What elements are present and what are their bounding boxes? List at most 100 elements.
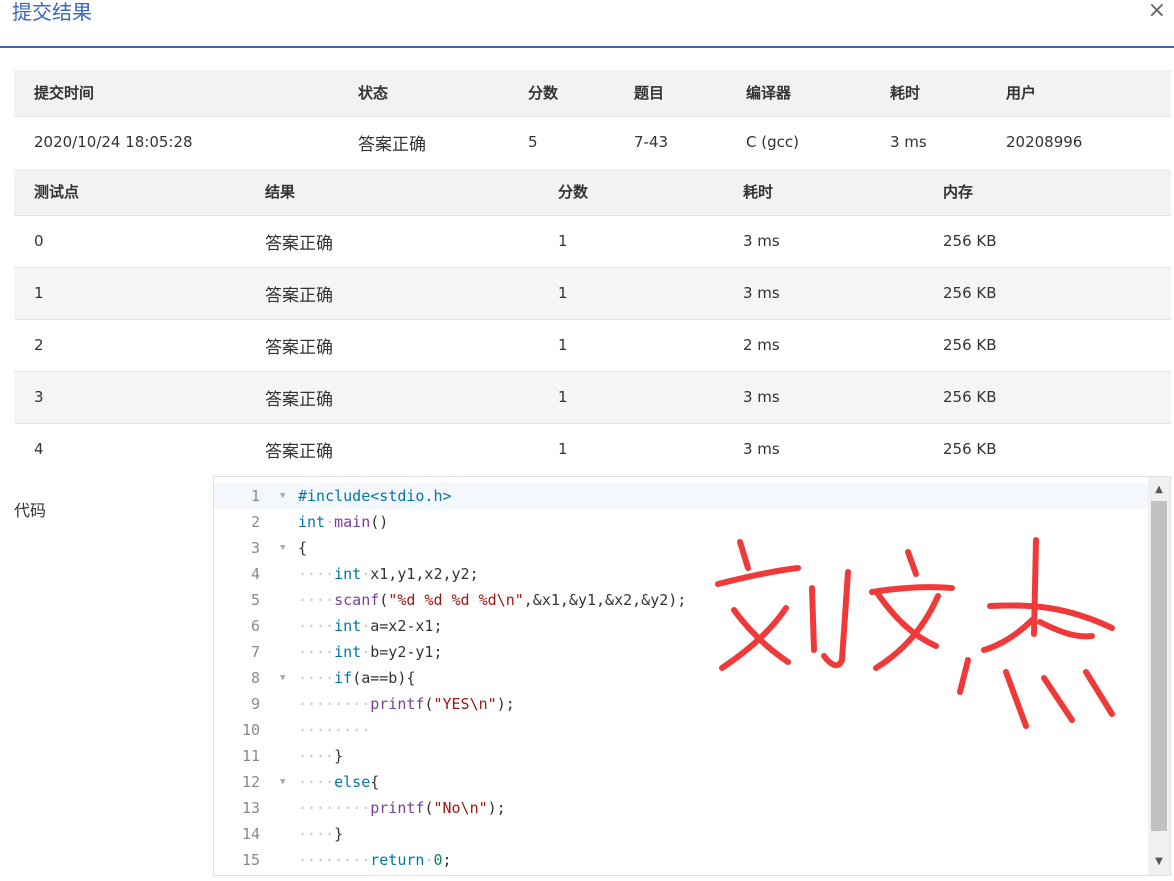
code-line[interactable]: 3 ▼ { (214, 535, 1150, 561)
code-text: ····} (298, 747, 344, 765)
scroll-up-icon[interactable]: ▲ (1148, 481, 1170, 499)
status-badge: 答案正确 (338, 115, 508, 168)
testcase-id: 1 (14, 266, 245, 319)
scrollbar-thumb[interactable] (1151, 501, 1167, 831)
code-line[interactable]: 1 ▼ #include<stdio.h> (214, 483, 1150, 509)
dialog-header: 提交结果 × (0, 0, 1174, 48)
testcase-result: 答案正确 (245, 318, 538, 371)
submit-time: 2020/10/24 18:05:28 (14, 115, 338, 168)
code-text: ····scanf("%d %d %d %d\n",&x1,&y1,&x2,&y… (298, 591, 687, 609)
testcase-header-memory: 内存 (923, 169, 1171, 215)
code-text: ····} (298, 825, 344, 843)
total-score: 5 (508, 115, 614, 168)
testcase-id: 4 (14, 422, 245, 475)
user-id: 20208996 (986, 115, 1171, 168)
code-line[interactable]: 8 ▼ ····if(a==b){ (214, 665, 1150, 691)
summary-table: 提交时间 状态 分数 题目 编译器 耗时 用户 2020/10/24 18:05… (14, 70, 1171, 168)
table-row: 2 答案正确 1 2 ms 256 KB (14, 318, 1171, 371)
summary-row: 2020/10/24 18:05:28 答案正确 5 7-43 C (gcc) … (14, 115, 1171, 168)
code-line[interactable]: 5 ····scanf("%d %d %d %d\n",&x1,&y1,&x2,&… (214, 587, 1150, 613)
line-number: 6 (250, 617, 260, 635)
line-number: 11 (241, 747, 260, 765)
summary-header-score: 分数 (508, 70, 614, 116)
testcase-header-score: 分数 (538, 169, 723, 215)
testcase-header-result: 结果 (245, 169, 538, 215)
code-line[interactable]: 14 ····} (214, 821, 1150, 847)
testcase-table: 测试点 结果 分数 耗时 内存 0 答案正确 1 3 ms 256 KB 1 答… (14, 169, 1171, 475)
compiler: C (gcc) (726, 115, 870, 168)
summary-header-row: 提交时间 状态 分数 题目 编译器 耗时 用户 (14, 70, 1171, 116)
line-number: 5 (250, 591, 260, 609)
line-number: 7 (250, 643, 260, 661)
code-text: ····else{ (298, 773, 380, 791)
line-number: 4 (250, 565, 260, 583)
testcase-memory: 256 KB (923, 214, 1171, 267)
code-line[interactable]: 13 ········printf("No\n"); (214, 795, 1150, 821)
code-text: ····if(a==b){ (298, 669, 416, 687)
code-text: ········printf("YES\n"); (298, 695, 515, 713)
testcase-header-row: 测试点 结果 分数 耗时 内存 (14, 169, 1171, 215)
testcase-id: 0 (14, 214, 245, 267)
problem-link[interactable]: 7-43 (614, 115, 726, 168)
testcase-result: 答案正确 (245, 422, 538, 475)
code-line[interactable]: 10 ········ (214, 717, 1150, 743)
line-number: 8 (250, 669, 260, 687)
summary-header-duration: 耗时 (870, 70, 986, 116)
testcase-header-id: 测试点 (14, 169, 245, 215)
testcase-score: 1 (538, 318, 723, 371)
code-line[interactable]: 7 ····int·b=y2-y1; (214, 639, 1150, 665)
dialog-title: 提交结果 (12, 0, 92, 24)
code-line[interactable]: 11 ····} (214, 743, 1150, 769)
fold-arrow-icon[interactable]: ▼ (280, 483, 285, 509)
fold-arrow-icon[interactable]: ▼ (280, 535, 285, 561)
testcase-time: 2 ms (723, 318, 923, 371)
line-number: 15 (241, 851, 260, 869)
table-row: 3 答案正确 1 3 ms 256 KB (14, 370, 1171, 423)
summary-header-user: 用户 (986, 70, 1171, 116)
code-line[interactable]: 9 ········printf("YES\n"); (214, 691, 1150, 717)
scroll-down-icon[interactable]: ▼ (1148, 853, 1170, 871)
code-text: ····int·a=x2-x1; (298, 617, 443, 635)
code-text: ····int·x1,y1,x2,y2; (298, 565, 479, 583)
testcase-header-time: 耗时 (723, 169, 923, 215)
table-row: 1 答案正确 1 3 ms 256 KB (14, 266, 1171, 319)
code-text: #include<stdio.h> (298, 487, 452, 505)
line-number: 14 (241, 825, 260, 843)
testcase-id: 2 (14, 318, 245, 371)
table-row: 0 答案正确 1 3 ms 256 KB (14, 214, 1171, 267)
fold-arrow-icon[interactable]: ▼ (280, 769, 285, 795)
line-number: 1 (250, 487, 260, 505)
line-number: 9 (250, 695, 260, 713)
testcase-score: 1 (538, 214, 723, 267)
testcase-time: 3 ms (723, 214, 923, 267)
code-text: int·main() (298, 513, 389, 531)
testcase-time: 3 ms (723, 422, 923, 475)
testcase-score: 1 (538, 422, 723, 475)
code-line[interactable]: 2 int·main() (214, 509, 1150, 535)
close-icon[interactable]: × (1148, 0, 1166, 24)
testcase-memory: 256 KB (923, 318, 1171, 371)
line-number: 12 (241, 773, 260, 791)
code-editor[interactable]: 1 ▼ #include<stdio.h> 2 int·main() 3 ▼ {4 ····in… (213, 476, 1171, 876)
code-line[interactable]: 15 ········return·0; (214, 847, 1150, 873)
code-text: ········printf("No\n"); (298, 799, 506, 817)
table-row: 4 答案正确 1 3 ms 256 KB (14, 422, 1171, 475)
summary-header-time: 提交时间 (14, 70, 338, 116)
code-line[interactable]: 4 ····int·x1,y1,x2,y2; (214, 561, 1150, 587)
line-number: 10 (241, 721, 260, 739)
testcase-memory: 256 KB (923, 422, 1171, 475)
summary-header-compiler: 编译器 (726, 70, 870, 116)
editor-scrollbar[interactable]: ▲ ▼ (1148, 477, 1170, 875)
code-text: ········return·0; (298, 851, 452, 869)
fold-arrow-icon[interactable]: ▼ (280, 665, 285, 691)
code-label: 代码 (14, 501, 47, 520)
line-number: 3 (250, 539, 260, 557)
code-line[interactable]: 12 ▼ ····else{ (214, 769, 1150, 795)
code-text: ········ (298, 721, 371, 739)
code-line[interactable]: 6 ····int·a=x2-x1; (214, 613, 1150, 639)
total-duration: 3 ms (870, 115, 986, 168)
testcase-result: 答案正确 (245, 370, 538, 423)
testcase-result: 答案正确 (245, 214, 538, 267)
code-text: { (298, 539, 308, 557)
line-number: 2 (250, 513, 260, 531)
